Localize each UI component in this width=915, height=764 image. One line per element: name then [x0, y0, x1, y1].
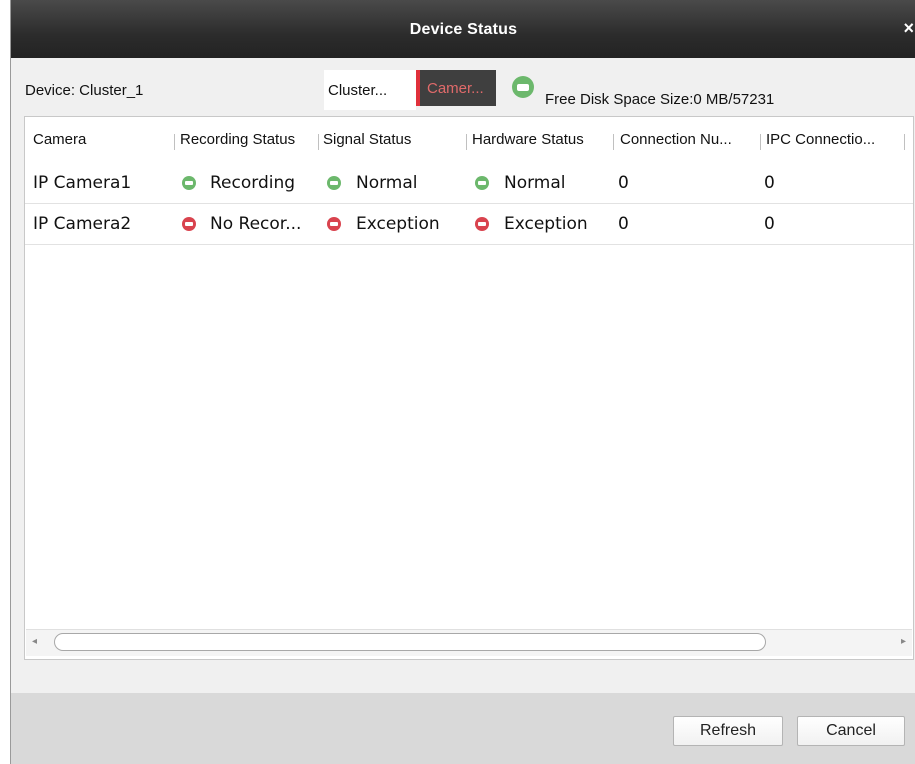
- recording-status-icon: [182, 176, 196, 190]
- camera-status-table: Camera Recording Status Signal Status Ha…: [24, 116, 914, 660]
- hardware-status: Normal: [504, 173, 566, 193]
- device-status-dialog: Device Status × Device: Cluster_1 Cluste…: [10, 0, 915, 764]
- connection-num: 0: [618, 173, 629, 193]
- horizontal-scrollbar[interactable]: ◂ ▸: [26, 629, 912, 656]
- ipc-connection: 0: [764, 214, 775, 234]
- column-divider[interactable]: [318, 134, 319, 150]
- signal-status: Exception: [356, 214, 440, 234]
- hardware-status: Exception: [504, 214, 588, 234]
- column-header-signal-status[interactable]: Signal Status: [323, 117, 411, 163]
- tab-camera[interactable]: Camer...: [416, 70, 496, 106]
- recording-status: Recording: [210, 173, 296, 193]
- close-icon[interactable]: ×: [903, 18, 914, 39]
- free-disk-space-text: Free Disk Space Size:0 MB/57231: [545, 91, 775, 108]
- column-header-camera[interactable]: Camera: [33, 117, 86, 163]
- column-divider[interactable]: [760, 134, 761, 150]
- column-divider[interactable]: [466, 134, 467, 150]
- table-header: Camera Recording Status Signal Status Ha…: [25, 117, 913, 164]
- recording-status-icon: [182, 217, 196, 231]
- ipc-connection: 0: [764, 173, 775, 193]
- column-divider[interactable]: [174, 134, 175, 150]
- table-row[interactable]: IP Camera1 Recording Normal Normal 0 0: [25, 163, 913, 204]
- camera-name: IP Camera2: [33, 214, 132, 234]
- dialog-footer: Refresh Cancel: [11, 693, 915, 764]
- device-label: Device: Cluster_1: [25, 82, 144, 99]
- column-header-ipc-connection[interactable]: IPC Connectio...: [766, 117, 875, 163]
- dialog-title: Device Status: [409, 21, 518, 38]
- connection-num: 0: [618, 214, 629, 234]
- column-header-connection-num[interactable]: Connection Nu...: [620, 117, 732, 163]
- signal-status-icon: [327, 217, 341, 231]
- table-row[interactable]: IP Camera2 No Recor... Exception Excepti…: [25, 204, 913, 245]
- column-divider[interactable]: [613, 134, 614, 150]
- scrollbar-thumb[interactable]: [54, 633, 766, 651]
- title-bar[interactable]: Device Status ×: [11, 0, 915, 58]
- camera-name: IP Camera1: [33, 173, 132, 193]
- scroll-right-arrow-icon[interactable]: ▸: [901, 636, 906, 647]
- scroll-left-arrow-icon[interactable]: ◂: [32, 636, 37, 647]
- refresh-button[interactable]: Refresh: [673, 716, 783, 746]
- column-divider[interactable]: [904, 134, 905, 150]
- column-header-hardware-status[interactable]: Hardware Status: [472, 117, 584, 163]
- signal-status: Normal: [356, 173, 418, 193]
- hardware-status-icon: [475, 217, 489, 231]
- signal-status-icon: [327, 176, 341, 190]
- cancel-button[interactable]: Cancel: [797, 716, 905, 746]
- tab-cluster[interactable]: Cluster...: [324, 70, 416, 110]
- hardware-status-icon: [475, 176, 489, 190]
- column-header-recording-status[interactable]: Recording Status: [180, 117, 295, 163]
- recording-status: No Recor...: [210, 214, 302, 234]
- disk-status-icon: [512, 76, 534, 98]
